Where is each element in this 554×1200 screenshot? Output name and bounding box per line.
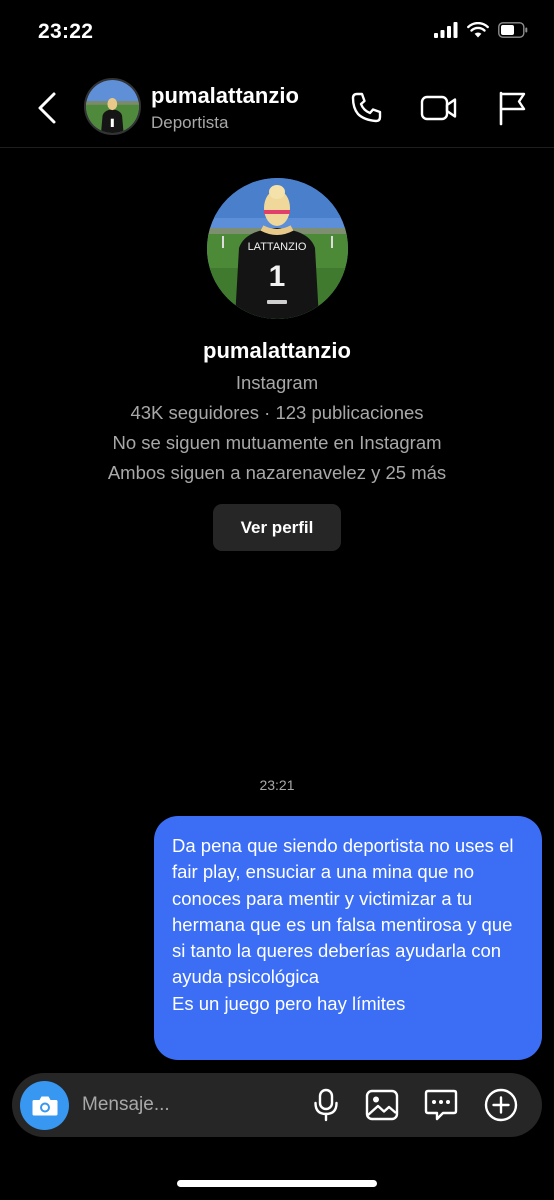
profile-mutuals: Ambos siguen a nazarenavelez y 25 más xyxy=(107,462,447,483)
header-subtitle: Deportista xyxy=(151,113,229,132)
profile-username: pumalattanzio xyxy=(203,338,351,363)
message-input[interactable] xyxy=(82,1087,292,1123)
message-composer xyxy=(12,1073,542,1137)
report-button[interactable] xyxy=(492,88,532,128)
camera-button[interactable] xyxy=(20,1081,69,1130)
home-indicator[interactable] xyxy=(177,1180,377,1187)
profile-photo: LATTANZIO 1 xyxy=(207,178,348,319)
plus-icon xyxy=(484,1088,518,1122)
back-chevron-icon xyxy=(38,92,56,124)
phone-icon xyxy=(351,92,382,123)
battery-icon xyxy=(498,22,528,43)
message-text: Da pena que siendo deportista no uses el… xyxy=(172,835,514,988)
profile-stats: 43K seguidores · 123 publicaciones xyxy=(130,402,424,423)
camera-icon xyxy=(32,1096,57,1115)
cellular-signal-icon xyxy=(434,22,458,43)
status-icons xyxy=(434,21,528,43)
microphone-icon xyxy=(314,1088,338,1122)
sticker-icon xyxy=(424,1089,458,1121)
sticker-button[interactable] xyxy=(421,1085,461,1125)
video-camera-icon xyxy=(420,95,457,121)
profile-avatar[interactable]: LATTANZIO 1 xyxy=(207,178,348,319)
gallery-icon xyxy=(365,1089,399,1121)
more-options-button[interactable] xyxy=(481,1085,521,1125)
jersey-name-text: LATTANZIO xyxy=(248,241,307,253)
status-bar: 23:22 xyxy=(0,0,554,70)
avatar-photo xyxy=(86,80,139,133)
voice-message-button[interactable] xyxy=(306,1085,346,1125)
wifi-icon xyxy=(467,21,489,43)
header-avatar[interactable] xyxy=(84,78,141,135)
outgoing-message-bubble[interactable]: Da pena que siendo deportista no uses el… xyxy=(154,816,542,1060)
gallery-button[interactable] xyxy=(362,1085,402,1125)
voice-call-button[interactable] xyxy=(346,88,386,128)
chat-header: pumalattanzio Deportista xyxy=(0,70,554,148)
message-text: Es un juego pero hay límites xyxy=(172,992,406,1014)
message-timestamp: 23:21 xyxy=(259,777,295,793)
profile-follow-status: No se siguen mutuamente en Instagram xyxy=(112,432,442,453)
status-time: 23:22 xyxy=(38,20,94,43)
header-username[interactable]: pumalattanzio xyxy=(151,83,299,109)
back-button[interactable] xyxy=(30,88,64,128)
jersey-number-text: 1 xyxy=(269,260,286,293)
view-profile-button[interactable]: Ver perfil xyxy=(213,504,341,551)
profile-platform: Instagram xyxy=(235,372,319,393)
flag-icon xyxy=(499,91,526,126)
video-call-button[interactable] xyxy=(419,88,459,128)
